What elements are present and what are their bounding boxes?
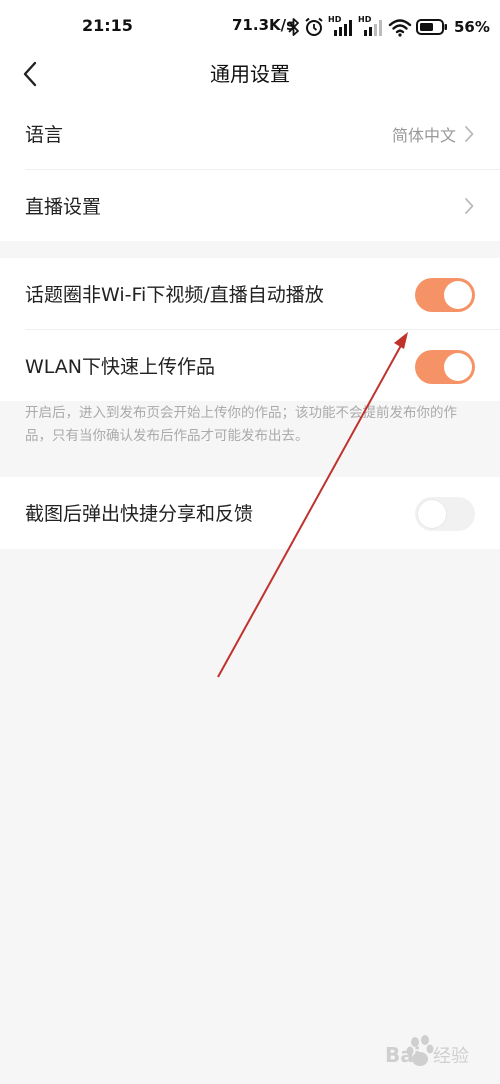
status-time: 21:15 <box>82 16 133 35</box>
setting-wlan-upload: WLAN下快速上传作品 <box>0 330 500 402</box>
setting-autoplay-label: 话题圈非Wi-Fi下视频/直播自动播放 <box>25 284 324 306</box>
bluetooth-icon <box>288 18 299 36</box>
screenshot-share-toggle[interactable] <box>415 497 475 531</box>
chevron-right-icon <box>465 198 474 214</box>
toggle-knob <box>444 281 472 309</box>
toggle-knob <box>418 500 446 528</box>
status-bar: 21:15 71.3K/s HD HD 56% <box>0 0 500 52</box>
setting-autoplay: 话题圈非Wi-Fi下视频/直播自动播放 <box>0 258 500 330</box>
svg-text:Bai: Bai <box>385 1043 421 1067</box>
signal-1: HD <box>328 15 354 37</box>
signal-icon <box>334 20 352 36</box>
battery-percent: 56% <box>454 18 490 36</box>
settings-group-screenshot: 截图后弹出快捷分享和反馈 <box>0 477 500 549</box>
setting-live[interactable]: 直播设置 <box>0 170 500 242</box>
watermark: Bai 经验 <box>385 1028 495 1076</box>
setting-live-label: 直播设置 <box>25 196 102 218</box>
setting-screenshot-share-label: 截图后弹出快捷分享和反馈 <box>25 503 254 525</box>
nav-bar: 通用设置 <box>0 52 500 98</box>
settings-group-general: 语言 简体中文 直播设置 <box>0 98 500 241</box>
autoplay-toggle[interactable] <box>415 278 475 312</box>
setting-wlan-upload-label: WLAN下快速上传作品 <box>25 356 216 378</box>
battery-icon <box>416 19 447 35</box>
wlan-upload-toggle[interactable] <box>415 350 475 384</box>
settings-group-media: 话题圈非Wi-Fi下视频/直播自动播放 WLAN下快速上传作品 <box>0 258 500 401</box>
chevron-right-icon <box>465 126 474 142</box>
setting-language[interactable]: 语言 简体中文 <box>0 98 500 170</box>
wlan-upload-note: 开启后，进入到发布页会开始上传你的作品；该功能不会提前发布你的作品，只有当你确认… <box>25 405 457 444</box>
status-icons: HD HD 56% <box>288 15 490 39</box>
alarm-icon <box>305 17 323 36</box>
signal-icon <box>364 20 382 36</box>
svg-text:经验: 经验 <box>433 1046 469 1067</box>
watermark-logo: Bai 经验 <box>385 1035 469 1067</box>
wifi-icon <box>388 19 412 37</box>
toggle-knob <box>444 353 472 381</box>
setting-language-label: 语言 <box>25 124 64 146</box>
page-title: 通用设置 <box>210 62 290 86</box>
setting-language-value: 简体中文 <box>391 126 456 145</box>
status-net-speed: 71.3K/s <box>232 16 296 34</box>
signal-2: HD <box>358 15 384 37</box>
setting-screenshot-share: 截图后弹出快捷分享和反馈 <box>0 477 500 549</box>
